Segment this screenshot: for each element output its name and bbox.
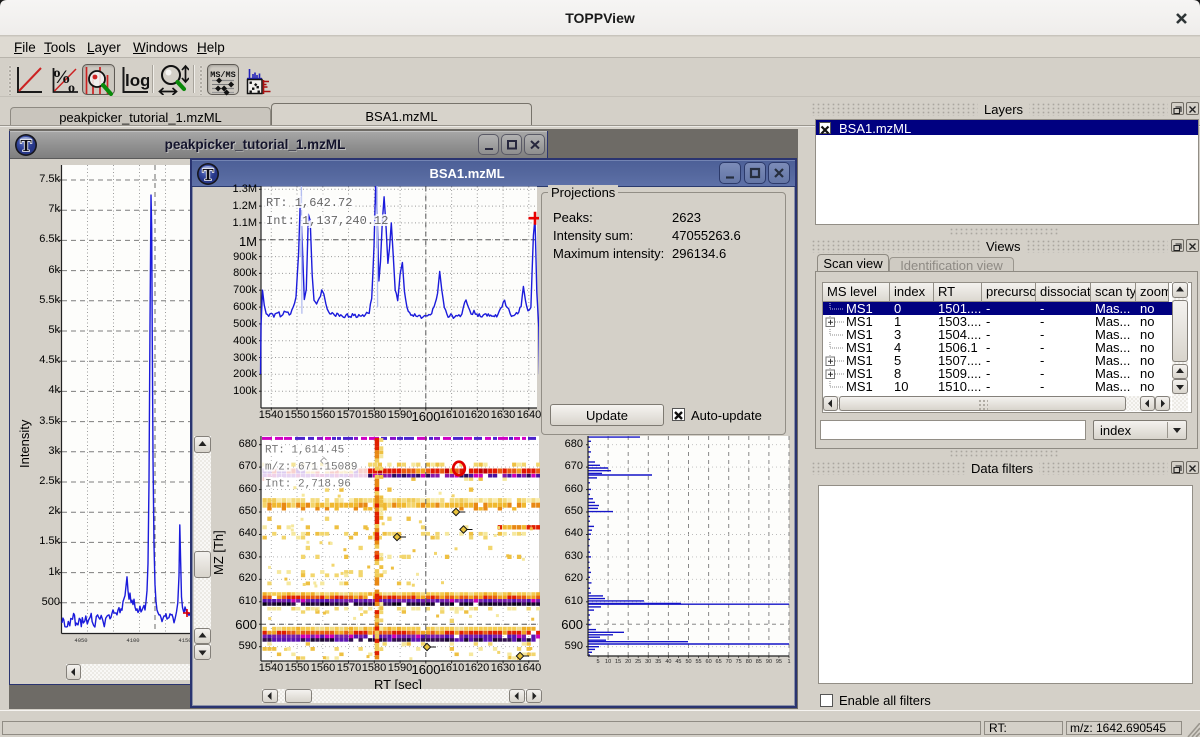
svg-text:T: T — [20, 136, 32, 155]
svg-text:T: T — [202, 165, 214, 184]
svg-text:20: 20 — [625, 659, 631, 665]
svg-text:70: 70 — [726, 659, 732, 665]
svg-text:45: 45 — [675, 659, 681, 665]
svg-text:5: 5 — [596, 659, 599, 665]
svg-text:RT: 1,642.72: RT: 1,642.72 — [266, 196, 352, 210]
svg-text:4150: 4150 — [178, 637, 190, 644]
svg-text:40: 40 — [665, 659, 671, 665]
svg-text:10: 10 — [605, 659, 611, 665]
svg-text:15: 15 — [615, 659, 621, 665]
svg-text:50: 50 — [685, 659, 691, 665]
svg-text:65: 65 — [716, 659, 722, 665]
svg-text:4100: 4100 — [126, 637, 139, 644]
svg-text:RT: 1,614.45: RT: 1,614.45 — [265, 445, 344, 457]
svg-text:80: 80 — [746, 659, 752, 665]
svg-text:85: 85 — [756, 659, 762, 665]
svg-text:95: 95 — [776, 659, 782, 665]
svg-text:55: 55 — [695, 659, 701, 665]
svg-text:o: o — [68, 81, 75, 95]
svg-text:25: 25 — [635, 659, 641, 665]
svg-text:m/z: 671.15089: m/z: 671.15089 — [265, 462, 357, 474]
svg-text:1: 1 — [787, 659, 790, 665]
svg-text:Int: 2,718.96: Int: 2,718.96 — [265, 479, 351, 491]
svg-text:MS/MS: MS/MS — [210, 70, 236, 80]
svg-text:90: 90 — [766, 659, 772, 665]
svg-text:Int: 1,137,240.12: Int: 1,137,240.12 — [266, 214, 388, 228]
svg-text:30: 30 — [645, 659, 651, 665]
svg-text:35: 35 — [655, 659, 661, 665]
svg-text:log: log — [125, 71, 149, 90]
svg-text:4050: 4050 — [74, 637, 87, 644]
svg-text:75: 75 — [736, 659, 742, 665]
svg-text:60: 60 — [706, 659, 712, 665]
